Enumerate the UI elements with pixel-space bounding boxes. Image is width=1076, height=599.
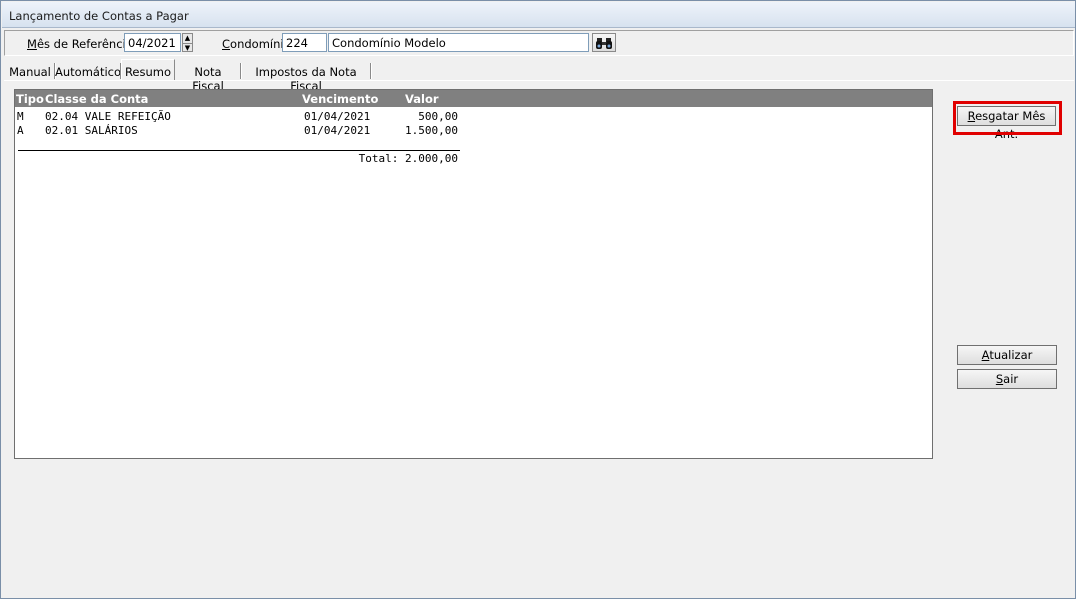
atualizar-button[interactable]: Atualizar: [957, 345, 1057, 365]
spin-up-icon[interactable]: ▲: [183, 34, 192, 43]
window-title: Lançamento de Contas a Pagar: [9, 9, 189, 23]
tab-nota-fiscal[interactable]: Nota Fiscal: [177, 61, 241, 93]
total-value: Total: 2.000,00: [358, 152, 458, 165]
row-vencimento: 01/04/2021: [304, 110, 371, 123]
row-tipo: A: [17, 124, 24, 137]
condominio-name-field[interactable]: Condomínio Modelo: [328, 33, 589, 52]
title-bar: Lançamento de Contas a Pagar: [2, 2, 1075, 28]
column-header-vencimento: Vencimento: [302, 92, 379, 106]
condominio-code-input[interactable]: 224: [282, 33, 327, 52]
row-classe: 02.01 SALÁRIOS: [45, 124, 138, 137]
mes-referencia-label: Mês de Referência:: [27, 37, 137, 51]
row-tipo: M: [17, 110, 24, 123]
row-vencimento: 01/04/2021: [304, 124, 371, 137]
tab-resumo[interactable]: Resumo: [121, 59, 175, 81]
spin-down-icon[interactable]: ▼: [183, 43, 192, 52]
column-header-valor: Valor: [405, 92, 439, 106]
row-valor: 1.500,00: [405, 124, 458, 137]
row-classe: 02.04 VALE REFEIÇÃO: [45, 110, 171, 123]
resumo-list[interactable]: Tipo Classe da Conta Vencimento Valor M …: [14, 89, 933, 459]
sair-button[interactable]: Sair: [957, 369, 1057, 389]
mes-referencia-input[interactable]: 04/2021: [124, 33, 181, 52]
tab-impostos-nota-fiscal[interactable]: Impostos da Nota Fiscal: [243, 61, 371, 93]
row-valor: 500,00: [418, 110, 458, 123]
tab-manual[interactable]: Manual: [7, 61, 55, 81]
highlight-box: [953, 101, 1062, 135]
list-header: Tipo Classe da Conta Vencimento Valor: [15, 90, 932, 107]
tab-automatico[interactable]: Automático: [55, 61, 121, 81]
binoculars-icon[interactable]: [592, 33, 616, 52]
main-window: Lançamento de Contas a Pagar Mês de Refe…: [0, 0, 1076, 599]
column-header-tipo: Tipo: [16, 92, 44, 106]
total-divider: [18, 150, 460, 151]
spin-arrows-icon[interactable]: ▲ ▼: [182, 33, 193, 52]
column-header-classe: Classe da Conta: [45, 92, 149, 106]
